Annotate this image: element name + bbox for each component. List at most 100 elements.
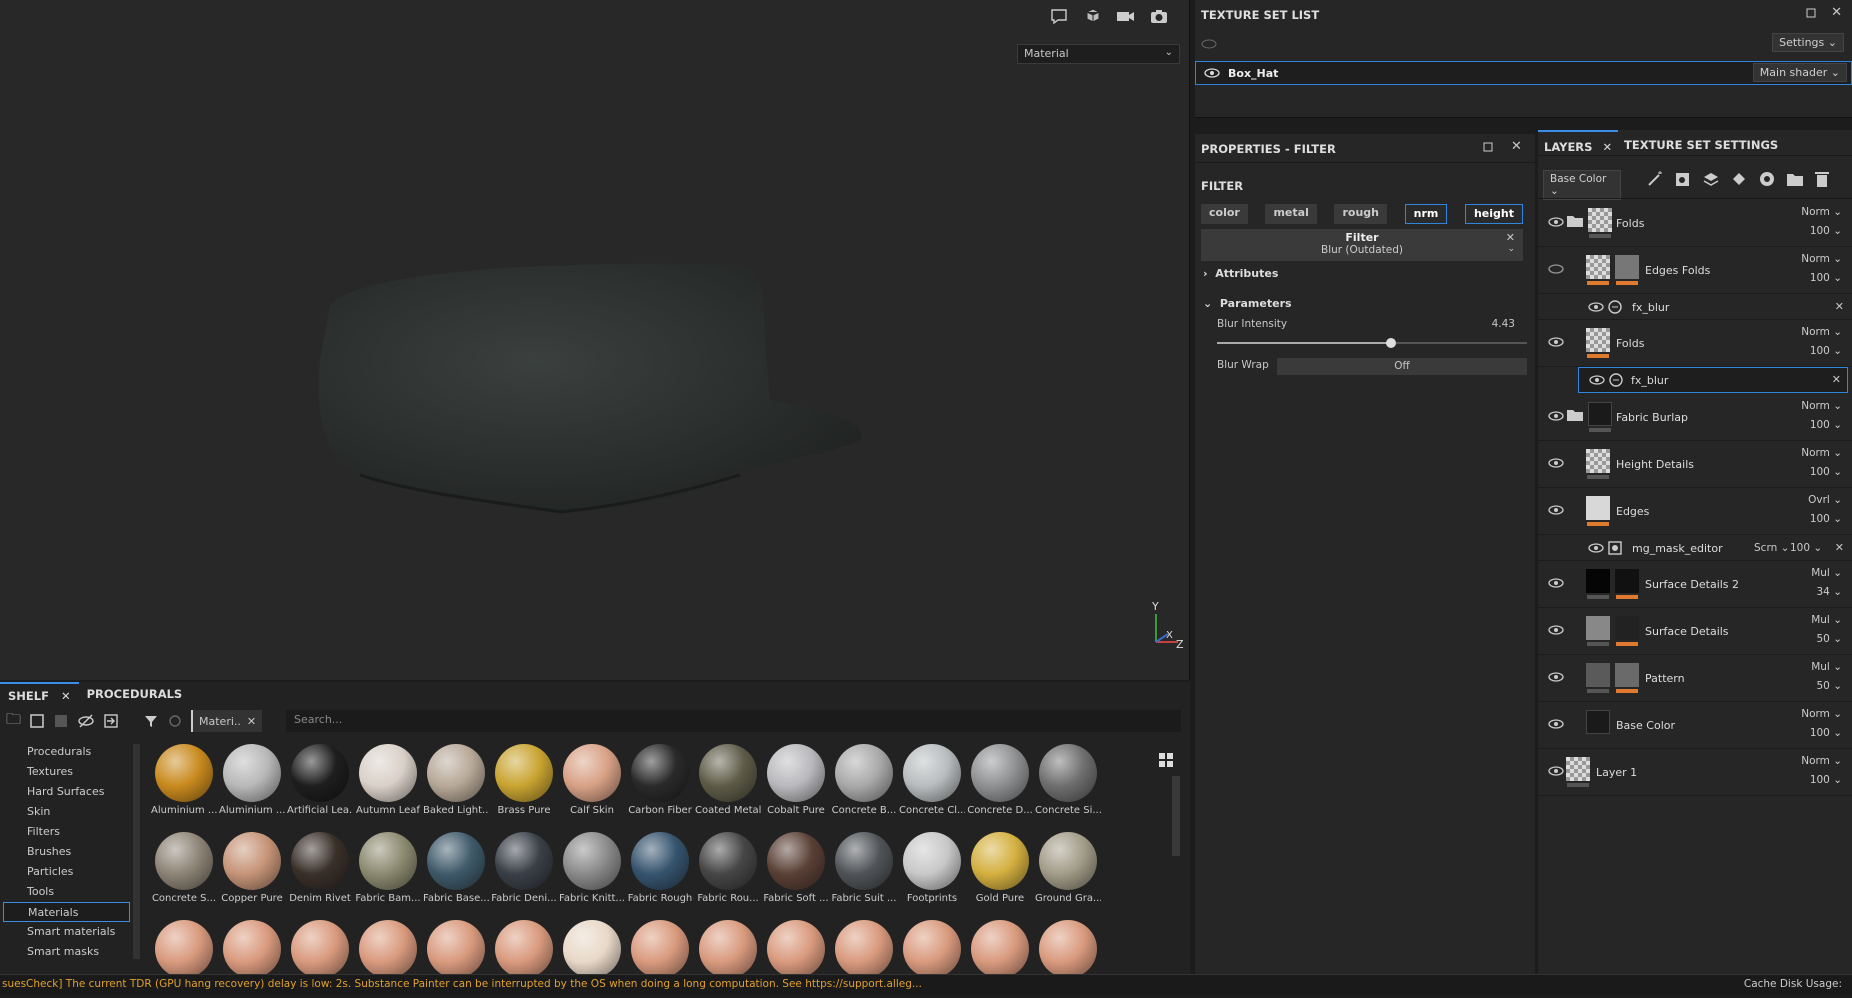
- material-item[interactable]: Footprints: [898, 832, 966, 910]
- material-item[interactable]: Fabric Rou...: [694, 832, 762, 910]
- eye-icon[interactable]: [1201, 38, 1217, 50]
- material-item[interactable]: Aluminium ...: [218, 744, 286, 822]
- eye-icon[interactable]: [1204, 67, 1220, 79]
- tab-layers[interactable]: LAYERS ✕: [1538, 130, 1619, 156]
- blend-mode[interactable]: Mul ⌄: [1811, 661, 1842, 673]
- opacity-value[interactable]: 100 ⌄: [1810, 774, 1842, 786]
- grid-view-icon[interactable]: [1158, 752, 1174, 768]
- blend-mode[interactable]: Norm ⌄: [1801, 326, 1842, 338]
- category-item[interactable]: Textures: [0, 762, 133, 782]
- category-item[interactable]: Particles: [0, 862, 133, 882]
- refresh-icon[interactable]: [167, 713, 183, 729]
- close-icon[interactable]: ✕: [1602, 140, 1612, 154]
- material-item[interactable]: Fabric Soft ...: [762, 832, 830, 910]
- shelf-search-input[interactable]: Search...: [286, 710, 1181, 732]
- blend-mode[interactable]: Scrn ⌄: [1754, 542, 1789, 554]
- add-folder-icon[interactable]: [1786, 170, 1804, 188]
- filter-chip[interactable]: Materi.. ✕: [191, 710, 263, 732]
- filter-icon[interactable]: [143, 713, 159, 729]
- layer-row[interactable]: Edges Folds Norm ⌄ 100 ⌄: [1538, 247, 1852, 294]
- attributes-section[interactable]: › Attributes: [1203, 267, 1278, 280]
- maximize-icon[interactable]: [1806, 8, 1816, 18]
- fill-layer-icon[interactable]: [1730, 170, 1748, 188]
- opacity-value[interactable]: 100 ⌄: [1810, 272, 1842, 284]
- eye-icon[interactable]: [1589, 374, 1605, 386]
- material-item[interactable]: Autumn Leaf: [354, 744, 422, 822]
- material-item[interactable]: Coated Metal: [694, 744, 762, 822]
- frame-icon[interactable]: [1050, 8, 1070, 24]
- close-icon[interactable]: ✕: [1832, 373, 1841, 386]
- eye-icon[interactable]: [1548, 410, 1564, 422]
- layer-row[interactable]: Folds Norm ⌄ 100 ⌄: [1538, 200, 1852, 247]
- chevron-down-icon[interactable]: ⌄: [1507, 244, 1515, 254]
- blend-mode[interactable]: Mul ⌄: [1811, 614, 1842, 626]
- slider-handle[interactable]: [1385, 338, 1396, 348]
- close-icon[interactable]: ✕: [247, 715, 256, 728]
- layer-row[interactable]: Layer 1 Norm ⌄ 100 ⌄: [1538, 749, 1852, 796]
- blend-mode[interactable]: Norm ⌄: [1801, 755, 1842, 767]
- opacity-value[interactable]: 100 ⌄: [1790, 542, 1822, 554]
- material-item[interactable]: Denim Rivet: [286, 832, 354, 910]
- layer-row[interactable]: Base Color Norm ⌄ 100 ⌄: [1538, 702, 1852, 749]
- opacity-value[interactable]: 100 ⌄: [1810, 225, 1842, 237]
- material-item[interactable]: Concrete Cl...: [898, 744, 966, 822]
- material-item[interactable]: Baked Light...: [422, 744, 490, 822]
- eye-icon[interactable]: [1548, 504, 1564, 516]
- category-item[interactable]: Smart masks: [0, 942, 133, 962]
- eye-icon[interactable]: [1548, 457, 1564, 469]
- layer-row[interactable]: Surface Details Mul ⌄ 50 ⌄: [1538, 608, 1852, 655]
- effect-row-selected[interactable]: fx_blur ✕: [1578, 367, 1848, 393]
- screenshot-camera-icon[interactable]: [1150, 8, 1168, 24]
- eye-icon[interactable]: [1588, 301, 1604, 313]
- settings-dropdown[interactable]: Settings ⌄: [1772, 33, 1844, 52]
- parameters-section[interactable]: ⌄ Parameters: [1203, 297, 1292, 310]
- shader-dropdown[interactable]: Main shader ⌄: [1752, 63, 1847, 82]
- opacity-value[interactable]: 50 ⌄: [1816, 633, 1842, 645]
- blend-mode[interactable]: Mul ⌄: [1811, 567, 1842, 579]
- eye-icon[interactable]: [1548, 765, 1564, 777]
- layer-row[interactable]: Edges Ovrl ⌄ 100 ⌄: [1538, 488, 1852, 535]
- material-item[interactable]: Fabric Rough: [626, 832, 694, 910]
- save-icon[interactable]: [53, 713, 69, 729]
- eye-icon[interactable]: [1588, 542, 1604, 554]
- opacity-value[interactable]: 34 ⌄: [1816, 586, 1842, 598]
- add-mask-icon[interactable]: [1674, 170, 1692, 188]
- material-item[interactable]: Fabric Base...: [422, 832, 490, 910]
- category-item[interactable]: Procedurals: [0, 742, 133, 762]
- material-item[interactable]: Cobalt Pure: [762, 744, 830, 822]
- layer-row[interactable]: Surface Details 2 Mul ⌄ 34 ⌄: [1538, 561, 1852, 608]
- material-item[interactable]: Carbon Fiber: [626, 744, 694, 822]
- category-item[interactable]: Skin: [0, 802, 133, 822]
- blur-wrap-dropdown[interactable]: Off: [1277, 358, 1527, 375]
- cube-icon[interactable]: [1084, 7, 1102, 25]
- channel-height[interactable]: height: [1464, 204, 1523, 224]
- import-icon[interactable]: [103, 713, 119, 729]
- channel-rough[interactable]: rough: [1334, 204, 1387, 224]
- material-item[interactable]: Copper Pure: [218, 832, 286, 910]
- tab-procedurals[interactable]: PROCEDURALS: [79, 682, 191, 706]
- close-icon[interactable]: ✕: [1831, 5, 1842, 20]
- close-icon[interactable]: ✕: [61, 689, 71, 703]
- opacity-value[interactable]: 100 ⌄: [1810, 419, 1842, 431]
- blend-mode[interactable]: Norm ⌄: [1801, 447, 1842, 459]
- channel-metal[interactable]: metal: [1265, 204, 1317, 224]
- opacity-value[interactable]: 100 ⌄: [1810, 727, 1842, 739]
- maximize-icon[interactable]: [1483, 142, 1493, 152]
- hide-icon[interactable]: [77, 713, 95, 729]
- category-item[interactable]: Brushes: [0, 842, 133, 862]
- new-resource-icon[interactable]: [29, 713, 45, 729]
- eye-icon[interactable]: [1548, 263, 1564, 275]
- close-icon[interactable]: ✕: [1835, 300, 1844, 313]
- material-item[interactable]: Brass Pure: [490, 744, 558, 822]
- blend-mode[interactable]: Norm ⌄: [1801, 400, 1842, 412]
- opacity-value[interactable]: 50 ⌄: [1816, 680, 1842, 692]
- tab-shelf[interactable]: SHELF ✕: [0, 682, 79, 706]
- texture-set-row[interactable]: Box_Hat Main shader ⌄: [1195, 61, 1852, 85]
- magic-wand-icon[interactable]: [1646, 170, 1664, 188]
- folder-icon[interactable]: 🗀: [6, 709, 21, 734]
- blend-mode[interactable]: Norm ⌄: [1801, 253, 1842, 265]
- opacity-value[interactable]: 100 ⌄: [1810, 466, 1842, 478]
- category-item[interactable]: Filters: [0, 822, 133, 842]
- eye-icon[interactable]: [1548, 718, 1564, 730]
- blend-mode[interactable]: Ovrl ⌄: [1808, 494, 1842, 506]
